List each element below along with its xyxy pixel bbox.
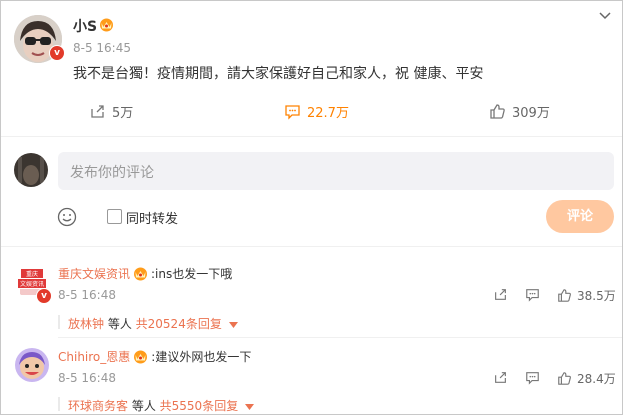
emoji-icon[interactable] (57, 207, 77, 227)
caret-down-icon (228, 322, 238, 328)
chevron-down-icon[interactable] (597, 7, 613, 23)
repost-icon[interactable] (493, 287, 508, 302)
repost-checkbox[interactable] (107, 209, 122, 224)
comment-author[interactable]: Chihiro_恩惠 (58, 348, 130, 365)
reply-bar (58, 315, 60, 329)
comment-like-count: 28.4万 (577, 372, 616, 386)
comment-button[interactable]: 22.7万 (284, 102, 349, 121)
reply-mid: 等人 (104, 317, 136, 331)
divider (1, 136, 622, 137)
reply-count[interactable]: 共20524条回复 (136, 317, 222, 331)
like-button[interactable]: 309万 (489, 102, 550, 121)
comment-line: Chihiro_恩惠 :建议外网也发一下 (58, 348, 251, 365)
comment-input[interactable]: 发布你的评论 (58, 152, 614, 190)
svg-text:文娱资讯: 文娱资讯 (20, 280, 44, 288)
comment-count: 22.7万 (307, 106, 349, 121)
svg-text:重庆: 重庆 (26, 270, 38, 278)
reply-summary[interactable]: 环球商务客 等人 共5550条回复 (68, 397, 255, 414)
comment-line: 重庆文娱资讯 :ins也发一下哦 (58, 265, 232, 282)
repost-checkbox-label[interactable]: 同时转发 (126, 208, 178, 227)
like-count: 309万 (512, 106, 550, 121)
comment-icon[interactable] (525, 287, 540, 302)
comment-text: :建议外网也发一下 (151, 350, 252, 364)
reply-summary[interactable]: 放林钟 等人 共20524条回复 (68, 315, 238, 332)
verified-icon: v (36, 288, 52, 304)
comment-like-count: 38.5万 (577, 289, 616, 303)
divider (1, 246, 622, 247)
comment-input-placeholder: 发布你的评论 (70, 165, 154, 181)
comment-avatar[interactable] (15, 348, 49, 382)
reply-bar (58, 397, 60, 411)
reply-user[interactable]: 环球商务客 (68, 399, 128, 413)
comment-time: 8-5 16:48 (58, 288, 116, 302)
caret-down-icon (245, 404, 255, 410)
repost-count: 5万 (112, 106, 134, 121)
comment-time: 8-5 16:48 (58, 371, 116, 385)
comment-text: :ins也发一下哦 (151, 267, 233, 281)
comment-icon (285, 105, 300, 120)
repost-icon (91, 105, 104, 118)
reply-user[interactable]: 放林钟 (68, 317, 104, 331)
author-name[interactable]: 小S (73, 16, 97, 36)
reply-count[interactable]: 共5550条回复 (160, 399, 239, 413)
like-icon (558, 372, 571, 385)
weibo-post-card: v 小S 8-5 16:45 我不是台獨！疫情期間，請大家保護好自己和家人，祝 … (0, 0, 623, 415)
comment-like-button[interactable]: 28.4万 (557, 370, 616, 387)
like-icon (558, 289, 571, 302)
comment-icon[interactable] (525, 370, 540, 385)
my-avatar[interactable] (14, 153, 48, 187)
post-content: 我不是台獨！疫情期間，請大家保護好自己和家人，祝 健康、平安 (73, 66, 484, 82)
submit-comment-button[interactable]: 评论 (546, 200, 614, 233)
repost-icon[interactable] (493, 370, 508, 385)
crown-icon (134, 350, 148, 364)
reply-mid: 等人 (128, 399, 160, 413)
verified-icon: v (49, 45, 65, 61)
divider (58, 337, 622, 338)
repost-button[interactable]: 5万 (89, 102, 133, 121)
comment-author[interactable]: 重庆文娱资讯 (58, 265, 130, 282)
crown-icon (100, 18, 113, 32)
crown-icon (134, 267, 148, 281)
like-icon (490, 104, 505, 119)
comment-like-button[interactable]: 38.5万 (557, 287, 616, 304)
post-time[interactable]: 8-5 16:45 (73, 41, 131, 55)
